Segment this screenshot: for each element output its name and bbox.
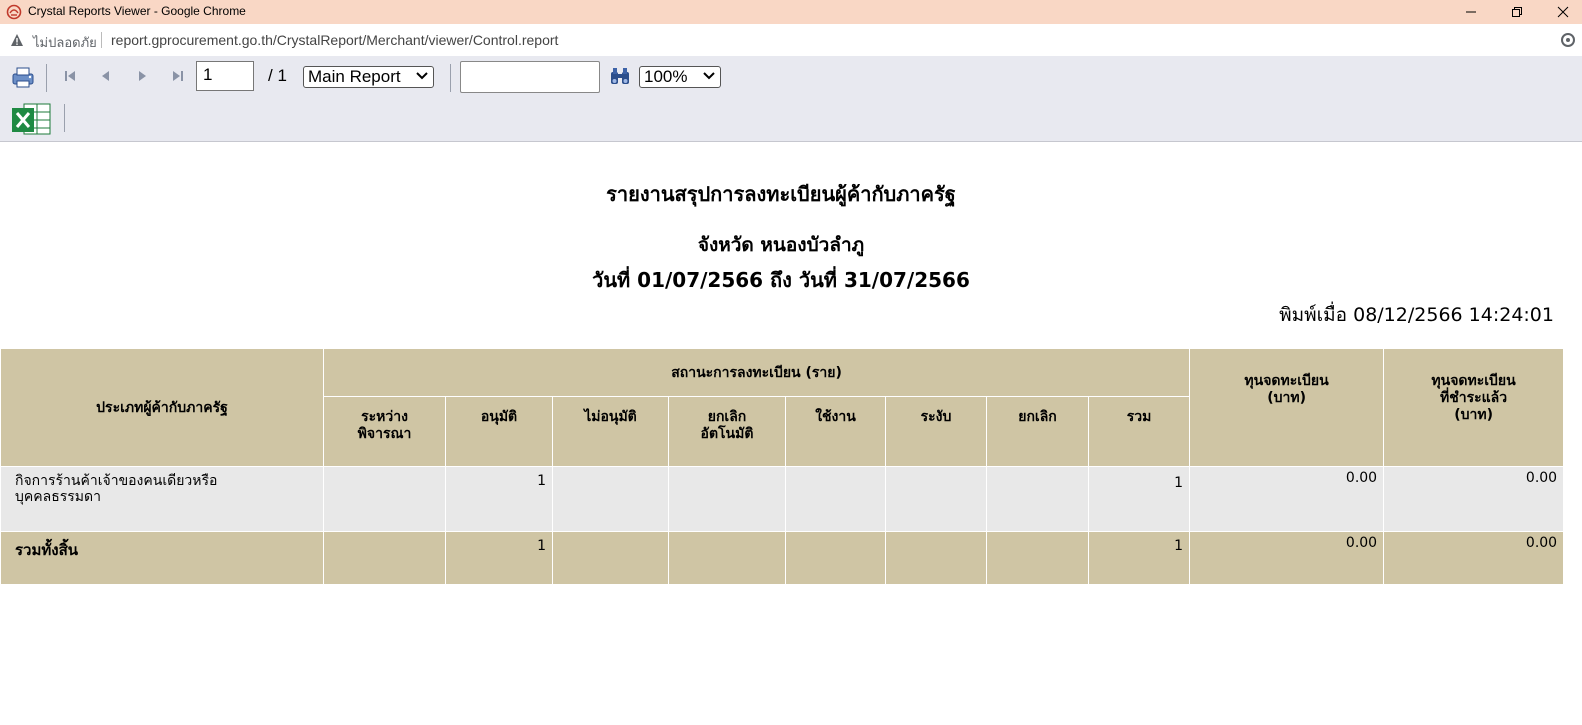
url-text[interactable]: report.gprocurement.go.th/CrystalReport/… <box>111 32 558 48</box>
header-status-approved: อนุมัติ <box>445 396 553 467</box>
total-label: รวมทั้งสิ้น <box>0 531 324 585</box>
header-status-cancelled: ยกเลิก <box>986 396 1089 467</box>
row-cell-approved: 1 <box>445 466 553 532</box>
minimize-button[interactable] <box>1448 0 1494 24</box>
row-cell-paid-capital: 0.00 <box>1383 466 1565 532</box>
report-select[interactable]: Main Report <box>303 66 434 88</box>
row-merchant-type: กิจการร้านค้าเจ้าของคนเดียวหรือ บุคคลธรร… <box>0 466 324 532</box>
row-cell-active <box>785 466 886 532</box>
address-bar: ไม่ปลอดภัย report.gprocurement.go.th/Cry… <box>0 24 1582 57</box>
restore-icon <box>1512 7 1522 17</box>
print-icon[interactable] <box>10 64 36 90</box>
total-cell-paid-capital: 0.00 <box>1383 531 1565 585</box>
total-cell-pending <box>323 531 446 585</box>
address-separator <box>101 32 102 48</box>
chevron-down-icon <box>416 72 428 80</box>
close-icon <box>1557 6 1569 18</box>
total-cell-total: 1 <box>1087 531 1191 585</box>
header-registration-status: สถานะการลงทะเบียน (ราย) <box>322 348 1191 397</box>
previous-page-icon[interactable] <box>98 68 114 84</box>
total-cell-auto-cancelled <box>668 531 786 585</box>
row-cell-capital: 0.00 <box>1189 466 1385 532</box>
row-cell-suspended <box>885 466 987 532</box>
header-status-rejected: ไม่อนุมัติ <box>552 396 669 467</box>
first-page-icon[interactable] <box>62 68 78 84</box>
zoom-select-value: 100% <box>644 67 688 86</box>
search-input[interactable] <box>460 61 600 93</box>
crystal-reports-icon <box>6 4 22 20</box>
header-status-total: รวม <box>1087 396 1191 467</box>
header-status-auto-cancelled: ยกเลิก อัตโนมัติ <box>668 396 786 467</box>
printed-timestamp: พิมพ์เมื่อ 08/12/2566 14:24:01 <box>1279 304 1554 326</box>
header-merchant-type: ประเภทผู้ค้ากับภาครัฐ <box>0 348 324 467</box>
window-title: Crystal Reports Viewer - Google Chrome <box>28 4 246 18</box>
excel-export-icon[interactable] <box>10 100 52 138</box>
page-total: / 1 <box>268 66 287 85</box>
header-paid-capital: ทุนจดทะเบียน ที่ชำระแล้ว (บาท) <box>1383 348 1565 467</box>
summary-table: ประเภทผู้ค้ากับภาครัฐ สถานะการลงทะเบียน … <box>0 348 1565 585</box>
total-cell-approved: 1 <box>445 531 553 585</box>
table-row: กิจการร้านค้าเจ้าของคนเดียวหรือ บุคคลธรร… <box>0 466 1565 532</box>
report-select-value: Main Report <box>308 67 401 86</box>
report-title: รายงานสรุปการลงทะเบียนผู้ค้ากับภาครัฐ <box>606 182 956 206</box>
last-page-icon[interactable] <box>170 68 186 84</box>
export-toolbar <box>0 96 1582 142</box>
chevron-down-icon <box>703 72 715 80</box>
header-status-pending: ระหว่าง พิจารณา <box>323 396 446 467</box>
total-row: รวมทั้งสิ้น 1 1 0.00 0.00 <box>0 531 1565 585</box>
row-cell-pending <box>323 466 446 532</box>
security-status[interactable]: ไม่ปลอดภัย <box>33 32 97 53</box>
zoom-select[interactable]: 100% <box>639 66 721 88</box>
report-date-range: วันที่ 01/07/2566 ถึง วันที่ 31/07/2566 <box>592 268 970 292</box>
binoculars-search-icon[interactable] <box>609 66 631 86</box>
total-cell-rejected <box>552 531 669 585</box>
total-cell-suspended <box>885 531 987 585</box>
close-button[interactable] <box>1540 0 1582 24</box>
header-registered-capital: ทุนจดทะเบียน (บาท) <box>1189 348 1385 467</box>
restore-button[interactable] <box>1494 0 1540 24</box>
row-cell-rejected <box>552 466 669 532</box>
toolbar-separator <box>46 64 47 92</box>
header-status-suspended: ระงับ <box>885 396 987 467</box>
toolbar-separator <box>64 104 65 132</box>
minimize-icon <box>1466 11 1476 13</box>
toolbar-separator <box>450 64 451 92</box>
page-number-input[interactable]: 1 <box>196 61 254 91</box>
row-cell-total: 1 <box>1087 466 1191 532</box>
next-page-icon[interactable] <box>134 68 150 84</box>
total-cell-cancelled <box>986 531 1089 585</box>
title-bar: Crystal Reports Viewer - Google Chrome <box>0 0 1582 24</box>
report-province: จังหวัด หนองบัวลำภู <box>697 234 865 256</box>
site-settings-icon[interactable] <box>1560 32 1576 48</box>
header-status-active: ใช้งาน <box>785 396 886 467</box>
row-cell-auto-cancelled <box>668 466 786 532</box>
row-cell-cancelled <box>986 466 1089 532</box>
total-cell-capital: 0.00 <box>1189 531 1385 585</box>
total-cell-active <box>785 531 886 585</box>
warning-icon[interactable] <box>10 33 24 47</box>
